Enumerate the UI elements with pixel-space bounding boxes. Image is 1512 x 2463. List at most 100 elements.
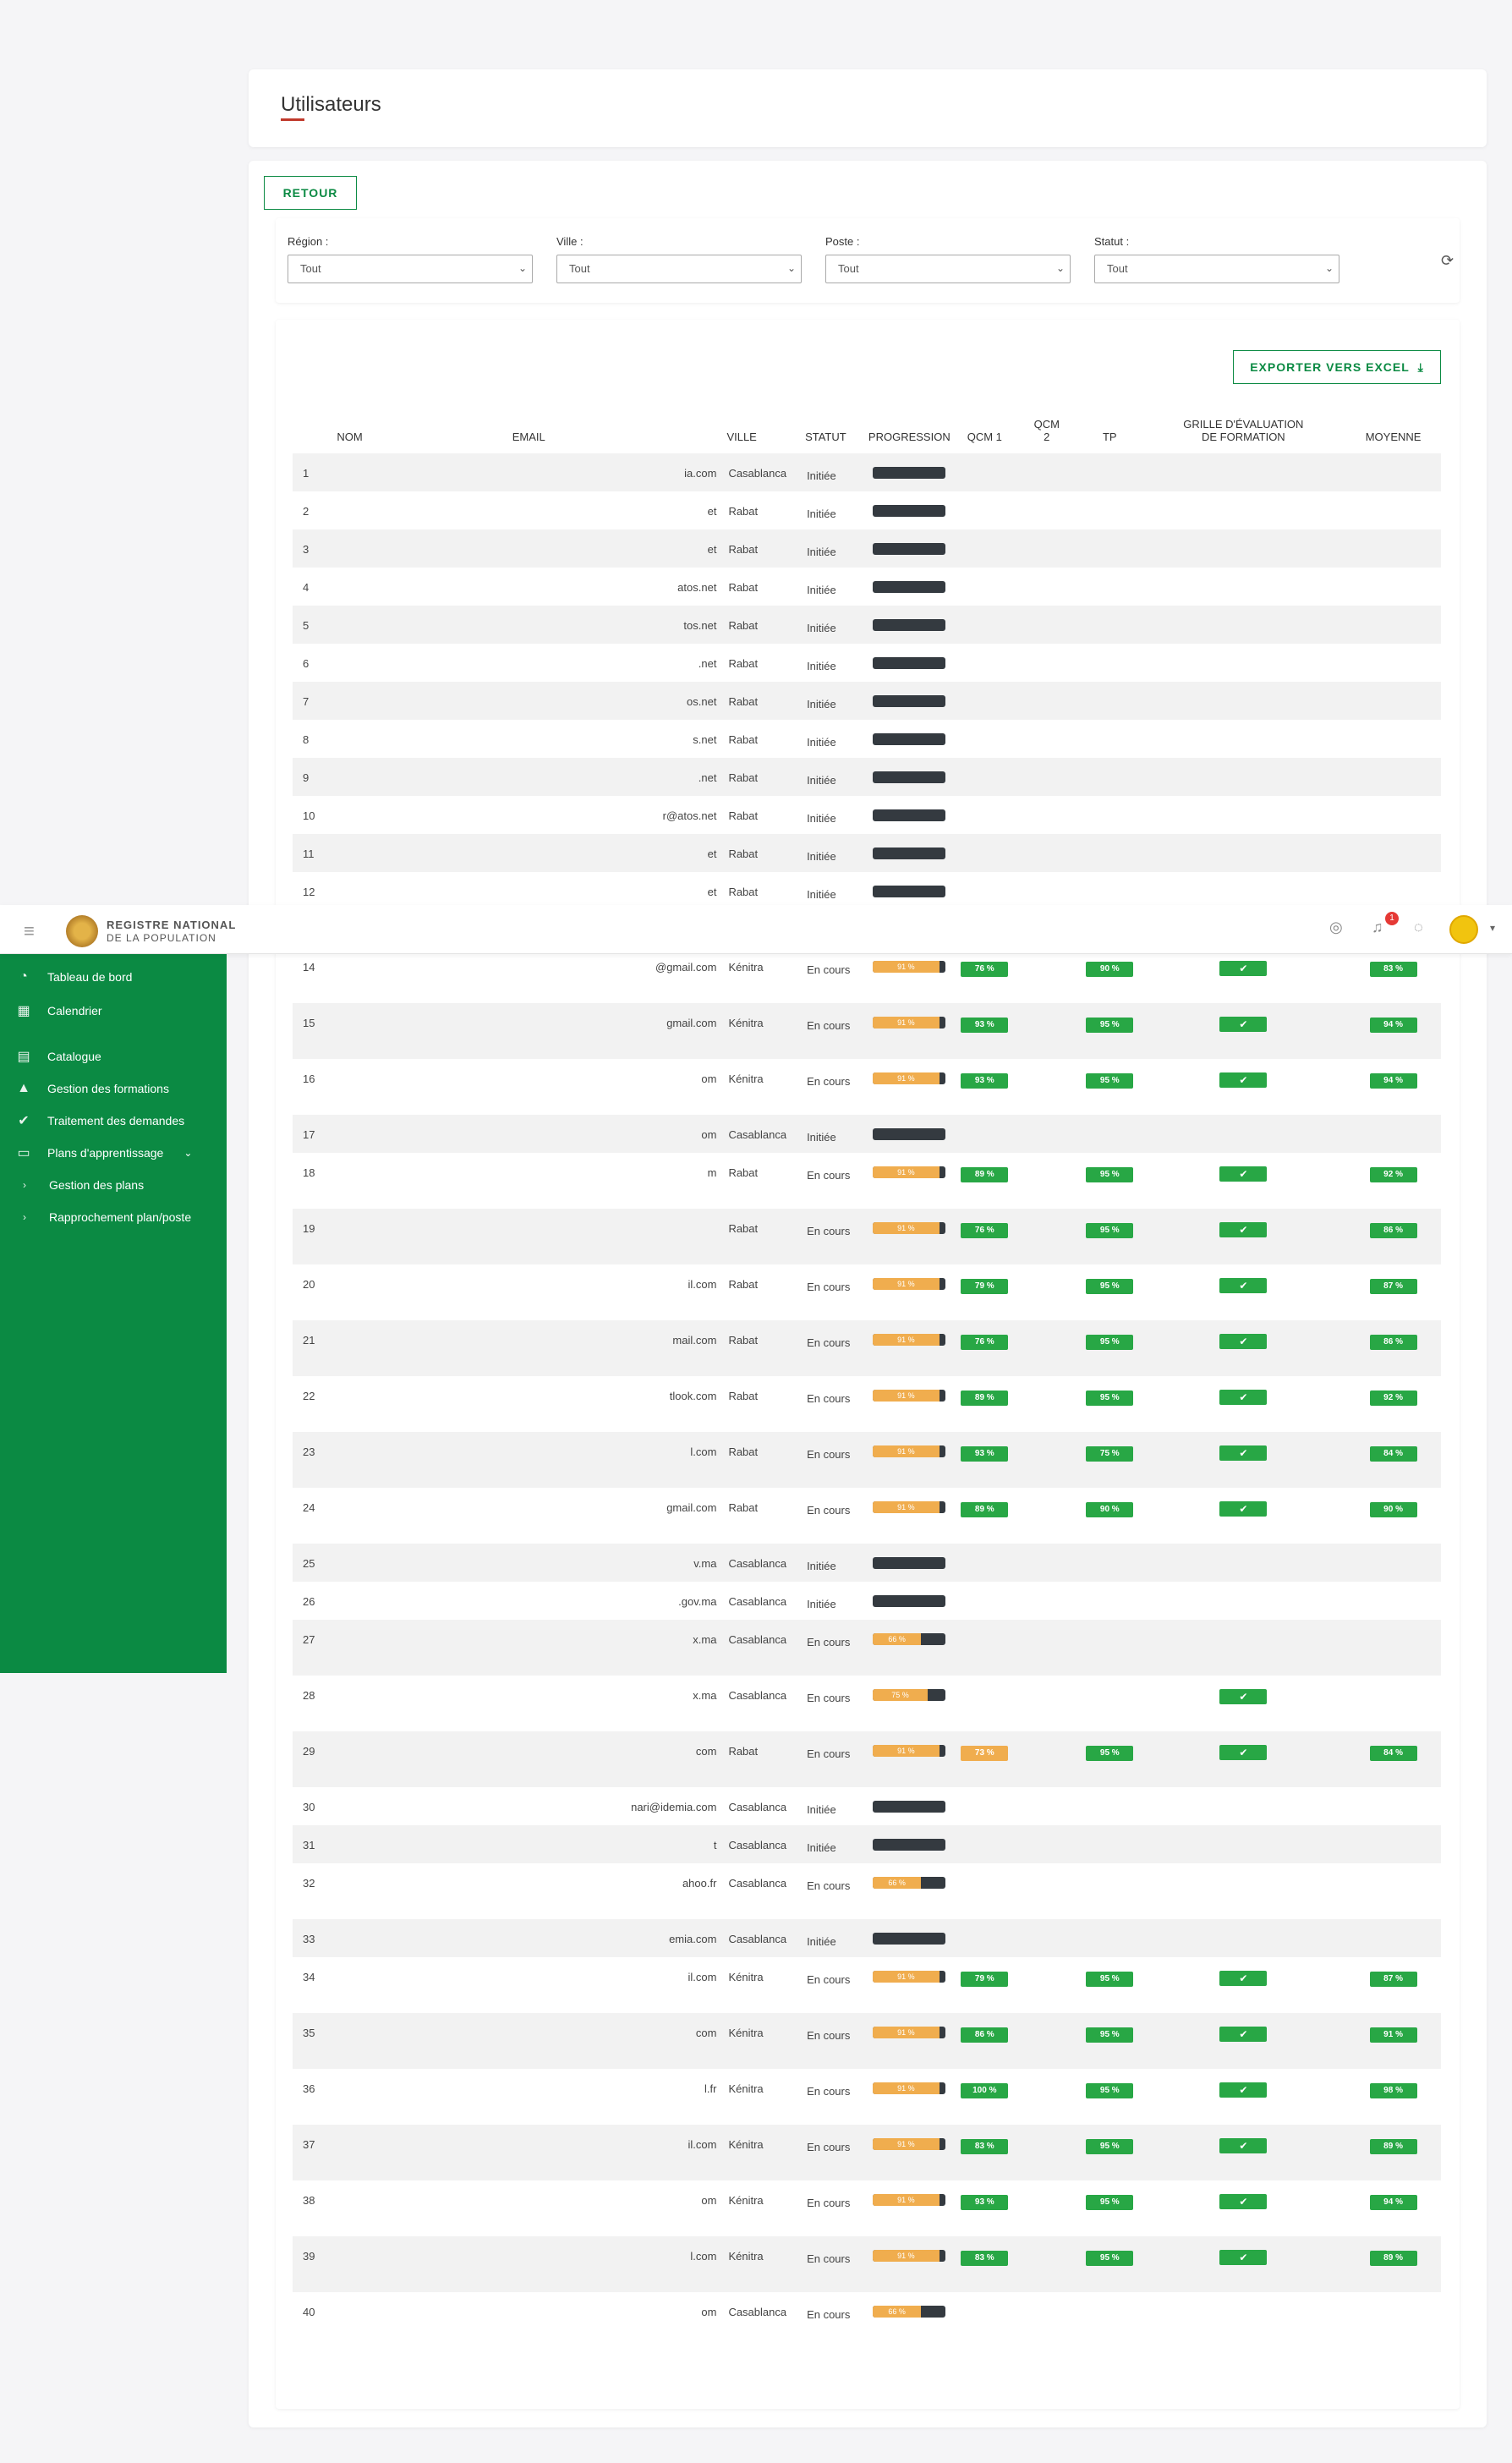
qcm1-cell: [954, 1787, 1015, 1825]
progress-label: 91 %: [873, 1166, 940, 1178]
tp-badge: 95 %: [1086, 1223, 1134, 1238]
statut-cell: En cours: [807, 1075, 851, 1088]
name-cell: [335, 1863, 508, 1919]
progress-bar: [873, 809, 946, 821]
graduation-icon: ▲: [17, 1081, 30, 1095]
name-cell: [335, 2292, 508, 2348]
email-cell: gmail.com: [508, 1003, 724, 1059]
menu-toggle-icon[interactable]: ≡: [24, 920, 35, 942]
table-row: 1 ia.com Casablanca Initiée: [293, 453, 1441, 491]
back-button[interactable]: RETOUR: [264, 176, 357, 210]
ville-cell: Rabat: [723, 1432, 803, 1488]
name-cell: [335, 1544, 509, 1582]
table-row: 38 om Kénitra En cours 91 % 93 % 95 % ✔ 94 %: [293, 2180, 1441, 2236]
poste-select[interactable]: Tout ⌄: [825, 255, 1071, 283]
sidebar-item-formations[interactable]: ▲ Gestion des formations: [0, 1074, 227, 1103]
sidebar-item-catalogue[interactable]: ▤ Catalogue: [0, 1042, 227, 1071]
name-cell: [335, 1059, 508, 1115]
progress-bar: [873, 1839, 946, 1851]
ville-cell: Kénitra: [728, 1072, 764, 1085]
sidebar-item-dashboard[interactable]: ◔ Tableau de bord: [0, 963, 227, 991]
filter-label: Poste :: [825, 235, 860, 248]
email-cell: om: [701, 2306, 717, 2318]
statut-cell: Initiée: [802, 834, 865, 872]
statut-select[interactable]: Tout ⌄: [1094, 255, 1339, 283]
export-excel-button[interactable]: EXPORTER VERS EXCEL ⤓: [1233, 350, 1441, 384]
moyenne-cell: [1345, 1115, 1441, 1153]
moyenne-cell: [1345, 682, 1441, 720]
filter-poste: Poste : Tout ⌄: [825, 235, 1071, 283]
moyenne-cell: [1345, 529, 1441, 568]
chat-icon[interactable]: ◌: [1414, 919, 1423, 936]
col-statut: STATUT: [805, 431, 846, 443]
name-cell: [335, 1320, 509, 1376]
sidebar-item-demandes[interactable]: ✔ Traitement des demandes: [0, 1106, 227, 1135]
statut-cell: Initiée: [802, 606, 865, 644]
statut-cell: Initiée: [802, 1544, 865, 1582]
progression-cell: 91 %: [864, 2013, 955, 2069]
check-icon: ✔: [1219, 961, 1268, 976]
progress-bar: [873, 467, 946, 479]
table-row: 37 il.com Kénitra En cours 91 % 83 % 95 % ✔ 89 %: [293, 2125, 1441, 2180]
grille-cell: [1142, 1582, 1346, 1620]
ville-select[interactable]: Tout ⌄: [556, 255, 802, 283]
qcm1-cell: 89 %: [954, 1153, 1015, 1209]
progress-bar: [873, 505, 946, 517]
sidebar-item-rapprochement[interactable]: › Rapprochement plan/poste: [0, 1203, 227, 1232]
table-row: 10 r@atos.net Rabat Initiée: [293, 796, 1441, 834]
tp-badge: 95 %: [1086, 1335, 1134, 1350]
region-select[interactable]: Tout ⌄: [288, 255, 533, 283]
moyenne-cell: [1345, 1919, 1441, 1957]
refresh-icon[interactable]: ⟳: [1441, 252, 1454, 270]
progress-bar: 91 %: [873, 1971, 946, 1983]
tp-badge: 90 %: [1086, 962, 1134, 977]
ville-cell: Casablanca: [723, 1544, 803, 1582]
statut-cell: En cours: [807, 1504, 851, 1517]
statut-cell: Initiée: [802, 1825, 865, 1863]
progression-cell: [864, 682, 955, 720]
tp-cell: [1078, 644, 1142, 682]
qcm2-cell: [1015, 758, 1079, 796]
row-number: 2: [303, 505, 310, 518]
qcm1-badge: 76 %: [961, 962, 1009, 977]
moyenne-badge: 87 %: [1369, 1972, 1417, 1987]
qcm1-cell: 79 %: [954, 1264, 1015, 1320]
bell-icon[interactable]: ♫: [1372, 919, 1383, 936]
qcm2-cell: [1016, 1153, 1079, 1209]
progress-label: 91 %: [873, 1390, 940, 1402]
qcm1-cell: [954, 568, 1015, 606]
qcm1-cell: [954, 1115, 1016, 1153]
qcm1-badge: 79 %: [961, 1279, 1009, 1294]
tp-cell: [1078, 834, 1142, 872]
statut-cell: En cours: [802, 1731, 865, 1787]
moyenne-cell: [1345, 606, 1441, 644]
progress-label: 66 %: [873, 1633, 922, 1645]
globe-icon[interactable]: ◎: [1329, 919, 1343, 936]
name-cell: [335, 947, 508, 1003]
qcm2-cell: [1016, 2069, 1079, 2125]
table-row: 27 x.ma Casablanca En cours 66 %: [293, 1620, 1441, 1676]
tp-badge: 95 %: [1086, 1167, 1134, 1182]
qcm2-cell: [1015, 834, 1079, 872]
name-cell: [335, 796, 508, 834]
statut-cell: En cours: [807, 2308, 851, 2321]
calendar-icon: ▦: [17, 1004, 30, 1018]
qcm2-cell: [1016, 1863, 1079, 1919]
progress-bar: 91 %: [873, 2194, 946, 2206]
caret-down-icon[interactable]: ▾: [1490, 922, 1495, 934]
qcm1-badge: 93 %: [961, 1018, 1009, 1033]
sidebar-item-calendar[interactable]: ▦ Calendrier: [0, 996, 227, 1025]
sidebar-item-plans[interactable]: ▭ Plans d'apprentissage ⌄: [0, 1138, 227, 1167]
progress-bar: [873, 1128, 946, 1140]
qcm2-cell: [1015, 682, 1079, 720]
qcm2-cell: [1016, 1059, 1079, 1115]
table-row: 17 om Casablanca Initiée: [293, 1115, 1441, 1153]
sidebar-item-gestion-plans[interactable]: › Gestion des plans: [0, 1171, 227, 1199]
avatar[interactable]: [1449, 915, 1478, 944]
grille-cell: [1141, 834, 1346, 872]
qcm2-cell: [1016, 1582, 1079, 1620]
row-number: 14: [303, 961, 315, 974]
progression-cell: [864, 1544, 955, 1582]
moyenne-badge: 94 %: [1369, 1073, 1417, 1089]
progress-bar: 66 %: [873, 1633, 946, 1645]
